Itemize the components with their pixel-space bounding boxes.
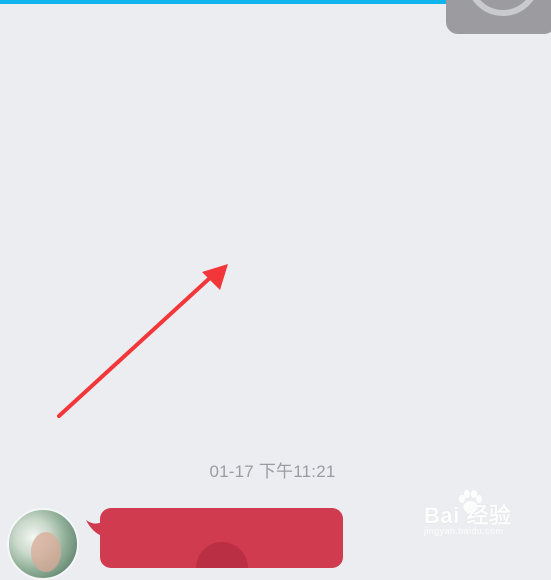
- watermark-url: jingyan.baidu.com: [424, 526, 504, 536]
- avatar[interactable]: [7, 508, 79, 580]
- red-packet-message[interactable]: [100, 508, 343, 568]
- watermark: Bai 经验 jingyan.baidu.com: [420, 490, 544, 540]
- red-packet-seal-icon: [196, 542, 248, 568]
- message-timestamp: 01-17 下午11:21: [209, 462, 336, 481]
- avatar-photo: [31, 532, 61, 572]
